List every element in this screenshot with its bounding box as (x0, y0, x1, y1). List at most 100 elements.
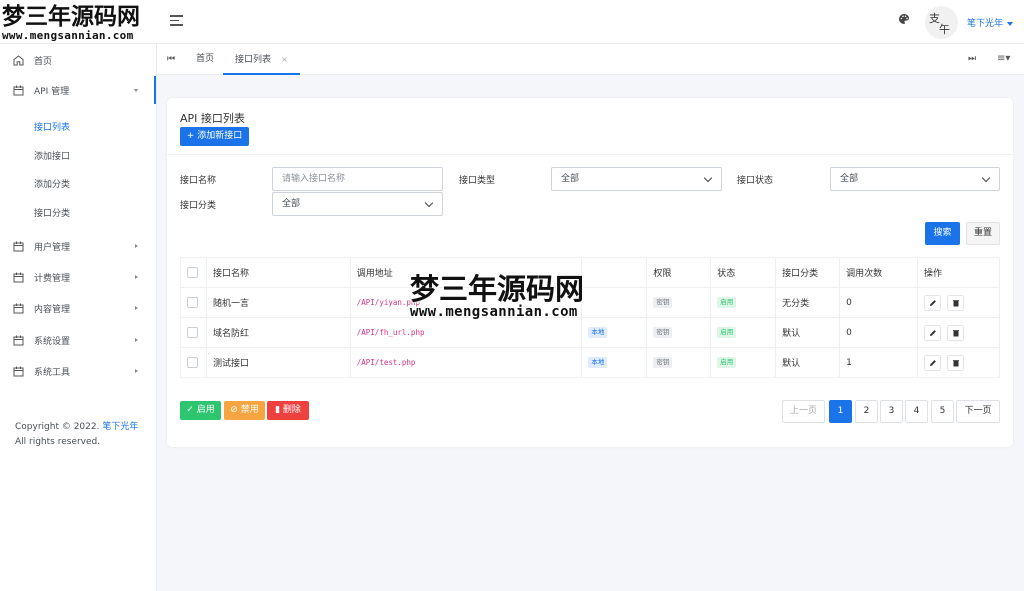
tab-menu-icon[interactable]: ≡▾ (997, 53, 1010, 64)
cell-count: 1 (839, 347, 918, 378)
row-select-cell (180, 317, 207, 348)
cell-type: 本地 (581, 317, 648, 348)
cell-perm: 密钥 (646, 287, 712, 318)
col-header-count: 调用次数 (839, 257, 918, 288)
cell-status: 启用 (710, 317, 777, 348)
table-header-row: 接口名称 调用地址 权限 状态 接口分类 调用次数 操作 (180, 257, 1000, 288)
delete-button[interactable] (946, 294, 964, 311)
cell-name: 随机一言 (205, 287, 351, 318)
tab-api-list[interactable]: 接口列表 × (223, 44, 300, 75)
cell-url: /API/test.php (356, 357, 416, 367)
divider (167, 154, 1013, 155)
cell-actions (917, 347, 1000, 378)
pager-page-4[interactable]: 4 (905, 400, 928, 423)
sidebar-subitem-add-api[interactable]: 添加接口 (34, 149, 70, 162)
sidebar-subitem-add-category[interactable]: 添加分类 (34, 177, 70, 190)
sidebar-item-home[interactable]: 首页 (0, 46, 156, 74)
type-badge: 本地 (588, 357, 608, 368)
bulk-delete-label: 删除 (282, 405, 301, 415)
tab-label: 首页 (196, 54, 215, 64)
cell-url: /API/yiyan.php (356, 297, 420, 307)
user-menu[interactable]: 笔下光年 (967, 16, 1014, 29)
sidebar-item-label: 首页 (34, 56, 53, 67)
perm-badge: 密钥 (653, 357, 673, 368)
pager-prev[interactable]: 上一页 (782, 400, 825, 423)
pager-page-5[interactable]: 5 (931, 400, 954, 423)
tab-bar: ⏮ 首页 接口列表 × ⏭ ≡▾ (157, 44, 1024, 75)
sidebar-item-billing[interactable]: 计费管理 (0, 263, 156, 291)
reset-button[interactable]: 重置 (966, 222, 1000, 245)
sidebar-item-content[interactable]: 内容管理 (0, 294, 156, 322)
edit-button[interactable] (924, 294, 941, 311)
col-header-type (581, 257, 648, 288)
cell-category: 默认 (775, 317, 841, 348)
close-icon[interactable]: × (281, 55, 288, 64)
tab-scroll-right-icon[interactable]: ⏭ (968, 54, 976, 64)
avatar[interactable]: 支午 (925, 6, 958, 39)
sidebar-subitem-api-list[interactable]: 接口列表 (34, 120, 70, 133)
calendar-icon (13, 303, 24, 314)
perm-badge: 密钥 (653, 297, 673, 308)
cell-url-wrap: /API/test.php (349, 347, 583, 378)
copyright-suffix: All rights reserved. (15, 437, 101, 447)
row-checkbox[interactable] (187, 357, 198, 368)
pencil-icon (930, 359, 936, 366)
sidebar-item-users[interactable]: 用户管理 (0, 232, 156, 260)
select-all-checkbox[interactable] (187, 267, 198, 278)
cell-count: 0 (839, 287, 918, 318)
chevron-right-icon (135, 306, 138, 310)
sidebar-item-tools[interactable]: 系统工具 (0, 357, 156, 385)
calendar-icon (13, 85, 24, 96)
sidebar-item-label: 系统设置 (34, 336, 71, 347)
sidebar-item-label: 内容管理 (34, 304, 71, 315)
menu-toggle-icon[interactable] (170, 15, 183, 26)
username-label: 笔下光年 (967, 19, 1004, 29)
search-button[interactable]: 搜索 (925, 222, 960, 245)
col-header-status: 状态 (710, 257, 777, 288)
delete-button[interactable] (946, 324, 964, 341)
edit-button[interactable] (924, 324, 941, 341)
api-status-select[interactable]: 全部 (830, 167, 1000, 191)
pencil-icon (930, 329, 936, 336)
api-table: 接口名称 调用地址 权限 状态 接口分类 调用次数 操作 随机一言 /API/y… (180, 257, 1000, 378)
calendar-icon (13, 241, 24, 252)
chevron-right-icon (135, 338, 138, 342)
api-name-input[interactable]: 请输入接口名称 (272, 167, 443, 191)
sidebar-item-api-manage[interactable]: API 管理 (0, 76, 156, 104)
cell-status: 启用 (710, 347, 777, 378)
pager-page-1[interactable]: 1 (829, 400, 852, 423)
status-badge: 启用 (717, 327, 737, 338)
table-row: 测试接口 /API/test.php 本地 密钥 启用 默认 1 (180, 347, 1000, 378)
chevron-right-icon (135, 244, 138, 248)
delete-button[interactable] (946, 354, 964, 371)
sidebar-item-label: 计费管理 (34, 273, 71, 284)
api-category-select[interactable]: 全部 (272, 192, 443, 216)
select-value: 全部 (840, 174, 859, 184)
bulk-delete-button[interactable]: ▮ 删除 (267, 401, 309, 420)
copyright-link[interactable]: 笔下光年 (102, 422, 138, 432)
add-api-button[interactable]: + 添加新接口 (180, 127, 249, 146)
bulk-enable-button[interactable]: ✓ 启用 (180, 401, 221, 420)
tab-home[interactable]: 首页 (196, 44, 214, 75)
pager-next[interactable]: 下一页 (956, 400, 1000, 423)
palette-icon[interactable] (898, 13, 910, 25)
col-header-category: 接口分类 (775, 257, 841, 288)
cell-perm: 密钥 (646, 347, 712, 378)
active-indicator (154, 76, 156, 104)
chevron-down-icon (981, 173, 991, 183)
pager-page-3[interactable]: 3 (880, 400, 903, 423)
bulk-disable-button[interactable]: ⊘ 禁用 (224, 401, 265, 420)
sidebar-item-settings[interactable]: 系统设置 (0, 326, 156, 354)
status-label: 接口状态 (737, 176, 774, 186)
select-value: 全部 (561, 174, 580, 184)
pager-page-2[interactable]: 2 (855, 400, 878, 423)
col-header-url: 调用地址 (349, 257, 583, 288)
edit-button[interactable] (924, 354, 941, 371)
tab-scroll-left-icon[interactable]: ⏮ (167, 54, 175, 64)
row-checkbox[interactable] (187, 297, 198, 308)
site-logo[interactable]: 梦三年源码网 www.mengsannian.com (2, 4, 157, 46)
logo-text: 梦三年源码网 (2, 3, 140, 30)
row-checkbox[interactable] (187, 327, 198, 338)
api-type-select[interactable]: 全部 (551, 167, 722, 191)
sidebar-subitem-api-category[interactable]: 接口分类 (34, 206, 70, 219)
